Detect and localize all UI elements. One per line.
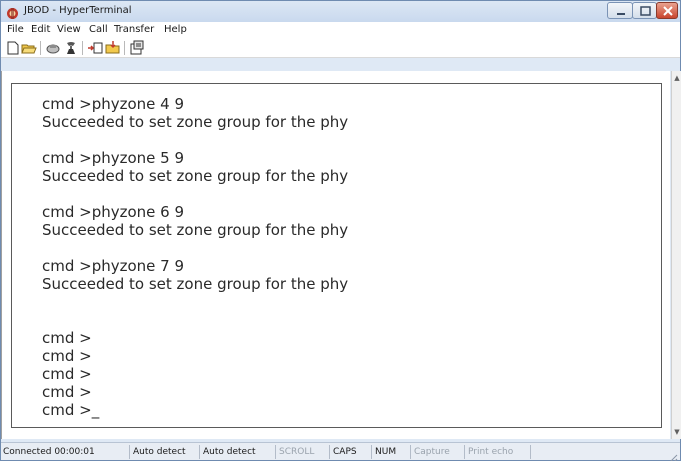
- terminal-line: cmd >: [42, 383, 92, 401]
- terminal-line: Succeeded to set zone group for the phy: [42, 113, 349, 131]
- window-title: JBOD - HyperTerminal: [24, 5, 132, 16]
- menu-transfer[interactable]: Transfer: [114, 24, 154, 35]
- menu-edit[interactable]: Edit: [31, 24, 50, 35]
- toolbar: [1, 38, 680, 58]
- terminal-line: cmd >: [42, 347, 92, 365]
- terminal-line: Succeeded to set zone group for the phy: [42, 167, 349, 185]
- close-button[interactable]: [656, 2, 678, 19]
- connect-icon[interactable]: [45, 40, 61, 56]
- status-print-echo: Print echo: [466, 445, 531, 459]
- minimize-button[interactable]: [607, 2, 633, 19]
- close-icon: [663, 6, 673, 16]
- toolbar-separator: [124, 41, 125, 55]
- scroll-up-icon[interactable]: ▲: [672, 73, 681, 83]
- menu-call[interactable]: Call: [89, 24, 108, 35]
- resize-grip-icon[interactable]: [667, 449, 678, 461]
- send-icon[interactable]: [87, 40, 103, 56]
- terminal-line: cmd >phyzone 7 9: [42, 257, 185, 275]
- status-auto-detect-2: Auto detect: [201, 445, 276, 459]
- new-connection-icon[interactable]: [5, 40, 21, 56]
- terminal-screen[interactable]: cmd >phyzone 4 9 Succeeded to set zone g…: [11, 83, 662, 428]
- minimize-icon: [617, 13, 625, 15]
- maximize-button[interactable]: [632, 2, 657, 19]
- hyperterminal-icon[interactable]: [6, 5, 19, 19]
- status-auto-detect-1: Auto detect: [131, 445, 200, 459]
- menu-view[interactable]: View: [57, 24, 81, 35]
- terminal-line: cmd >phyzone 6 9: [42, 203, 185, 221]
- menu-bar: File Edit View Call Transfer Help: [1, 22, 680, 38]
- terminal-line: cmd >phyzone 5 9: [42, 149, 185, 167]
- terminal-prompt: cmd >_: [42, 401, 100, 419]
- terminal-line: cmd >: [42, 329, 92, 347]
- receive-icon[interactable]: [105, 40, 121, 56]
- maximize-icon: [640, 6, 651, 16]
- terminal-line: Succeeded to set zone group for the phy: [42, 221, 349, 239]
- status-caps: CAPS: [331, 445, 372, 459]
- title-bar[interactable]: JBOD - HyperTerminal: [1, 1, 680, 22]
- open-icon[interactable]: [21, 40, 37, 56]
- status-capture: Capture: [412, 445, 465, 459]
- status-num: NUM: [373, 445, 411, 459]
- status-bar: Connected 00:00:01 Auto detect Auto dete…: [1, 442, 680, 460]
- disconnect-icon[interactable]: [63, 40, 79, 56]
- vertical-scrollbar[interactable]: ▲ ▼: [671, 71, 681, 439]
- status-scroll: SCROLL: [277, 445, 330, 459]
- status-connected: Connected 00:00:01: [1, 445, 130, 459]
- terminal-line: cmd >phyzone 4 9: [42, 95, 185, 113]
- hyperterminal-window: JBOD - HyperTerminal File Edit View Call…: [0, 0, 681, 461]
- menu-help[interactable]: Help: [164, 24, 187, 35]
- toolbar-separator: [40, 41, 41, 55]
- toolbar-separator: [82, 41, 83, 55]
- scroll-down-icon[interactable]: ▼: [672, 427, 681, 437]
- terminal-line: cmd >: [42, 365, 92, 383]
- terminal-area[interactable]: cmd >phyzone 4 9 Succeeded to set zone g…: [1, 71, 670, 439]
- terminal-line: Succeeded to set zone group for the phy: [42, 275, 349, 293]
- menu-file[interactable]: File: [7, 24, 24, 35]
- properties-icon[interactable]: [129, 40, 145, 56]
